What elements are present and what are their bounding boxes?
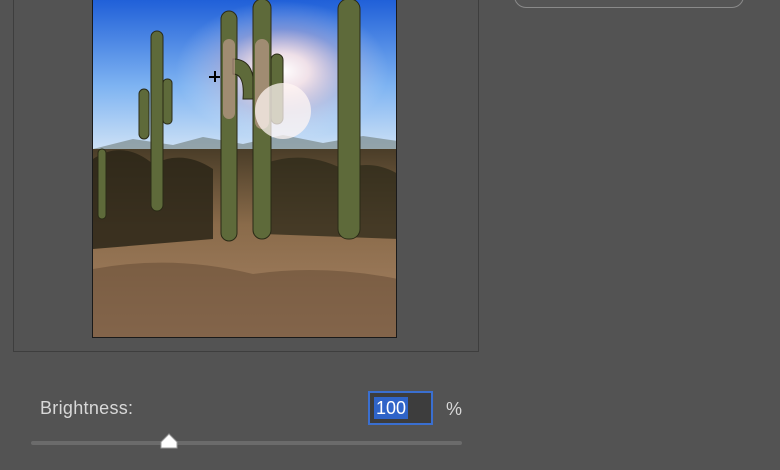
preview-image[interactable] bbox=[92, 0, 397, 338]
brightness-label: Brightness: bbox=[40, 398, 134, 418]
ok-button[interactable] bbox=[514, 0, 744, 8]
slider-thumb-icon bbox=[160, 433, 178, 449]
brightness-slider-thumb[interactable] bbox=[159, 433, 179, 449]
percent-unit-label: % bbox=[446, 399, 463, 419]
brightness-input[interactable] bbox=[368, 391, 433, 425]
brightness-slider-track[interactable] bbox=[31, 441, 462, 445]
